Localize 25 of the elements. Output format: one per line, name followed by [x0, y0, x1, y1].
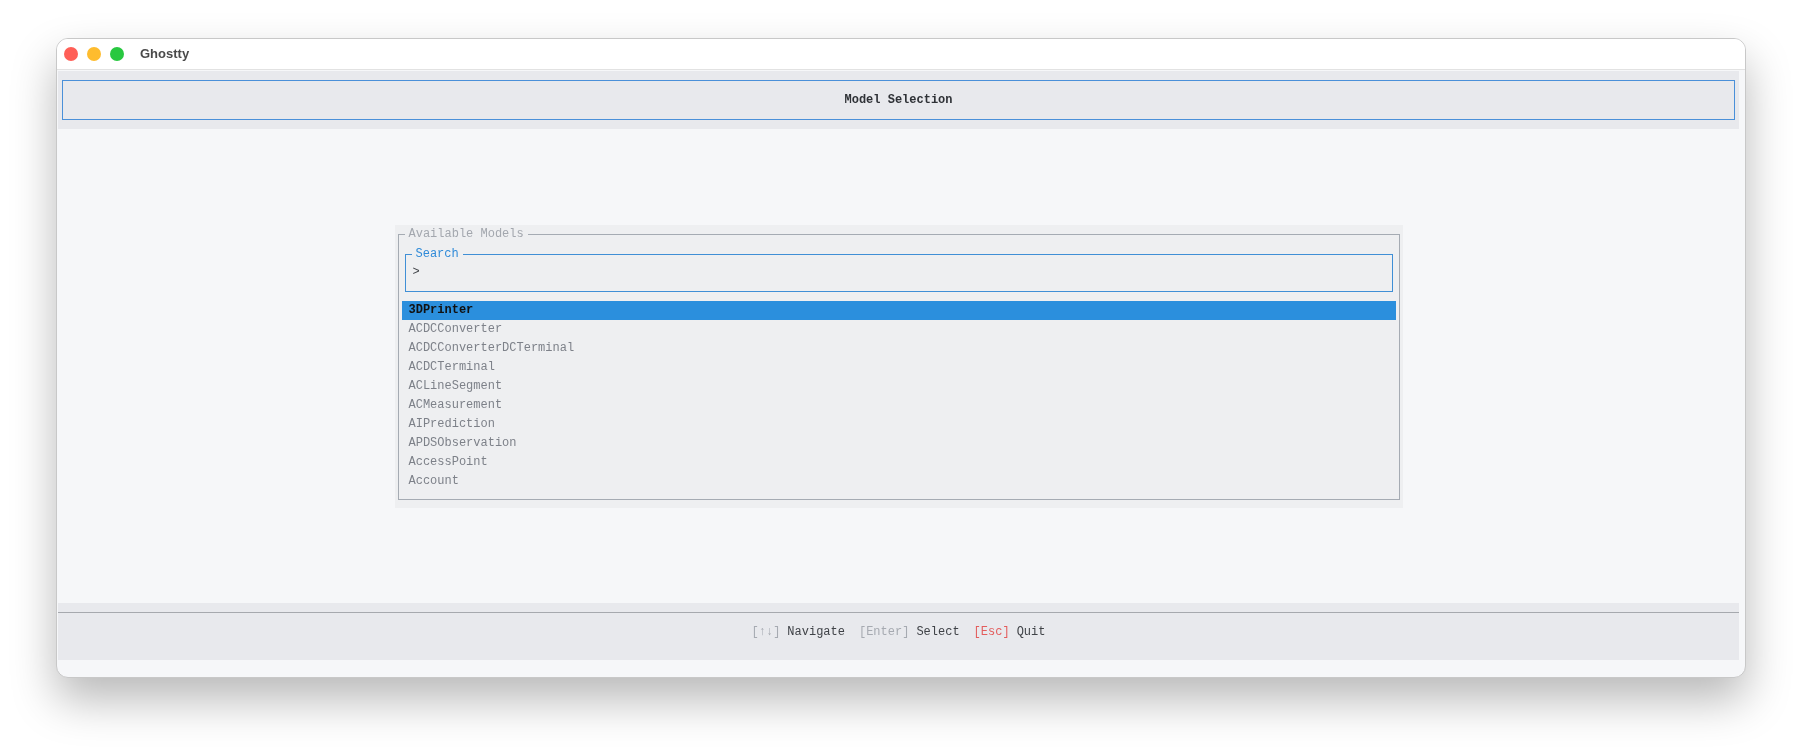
- search-label: Search: [414, 245, 460, 263]
- panel-title: Available Models: [407, 225, 525, 243]
- shortcut-key: [Esc]: [973, 623, 1010, 642]
- search-field[interactable]: Search >: [404, 245, 1393, 292]
- list-item[interactable]: AccessPoint: [401, 452, 1396, 472]
- list-item[interactable]: 3DPrinter: [401, 300, 1396, 320]
- shortcut-label: Quit: [1016, 624, 1046, 641]
- shortcut-key: [Enter]: [858, 623, 910, 642]
- minimize-icon[interactable]: [87, 47, 101, 61]
- maximize-icon[interactable]: [110, 47, 124, 61]
- window-title: Ghostty: [140, 45, 190, 64]
- list-item[interactable]: AIPrediction: [401, 414, 1396, 434]
- shortcut-label: Navigate: [787, 624, 845, 641]
- list-item[interactable]: APDSObservation: [401, 433, 1396, 453]
- list-item[interactable]: ACMeasurement: [401, 395, 1396, 415]
- list-item[interactable]: Account: [401, 471, 1396, 491]
- shortcut-label: Select: [916, 624, 960, 641]
- page-title: Model Selection: [844, 92, 953, 109]
- shortcut-key: [↑↓]: [751, 623, 781, 642]
- prompt-symbol: >: [412, 264, 420, 281]
- list-item[interactable]: ACDCConverter: [401, 319, 1396, 339]
- list-item[interactable]: ACDCTerminal: [401, 357, 1396, 377]
- list-item[interactable]: ACDCConverterDCTerminal: [401, 338, 1396, 358]
- close-icon[interactable]: [64, 47, 78, 61]
- list-item[interactable]: ACLineSegment: [401, 376, 1396, 396]
